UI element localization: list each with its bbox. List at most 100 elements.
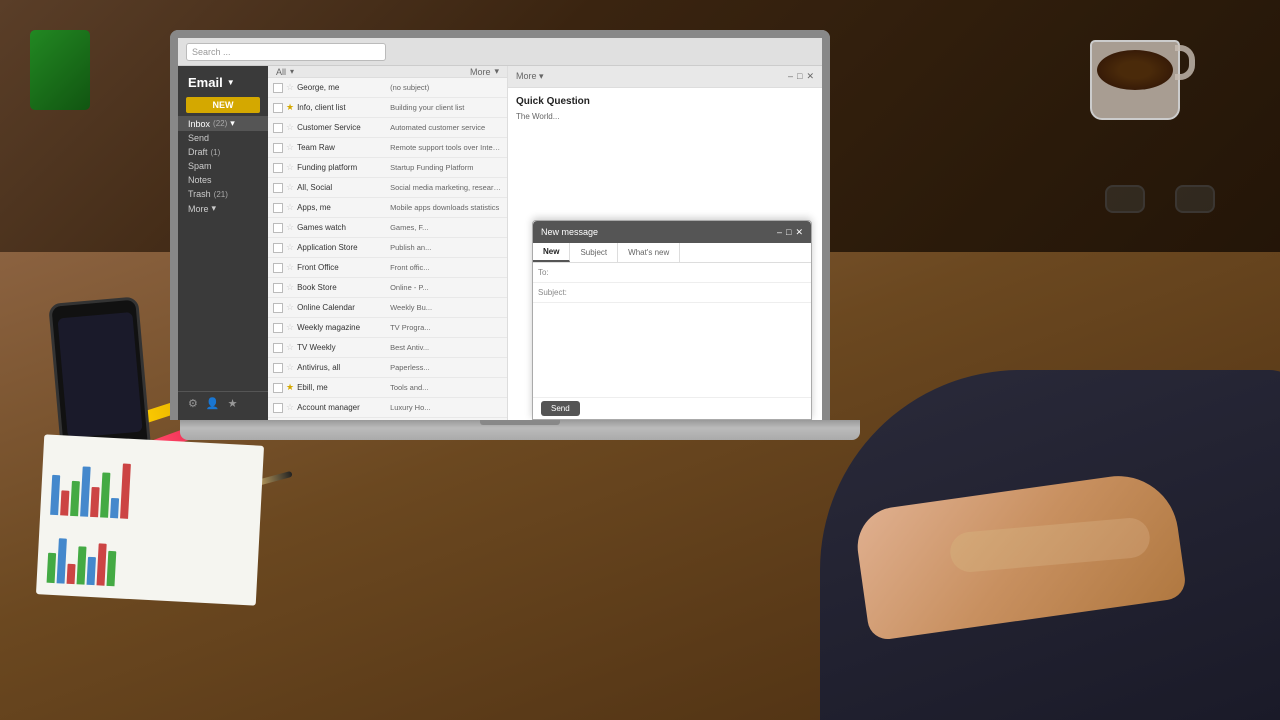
bar bbox=[47, 553, 57, 583]
email-checkbox[interactable] bbox=[273, 123, 283, 133]
filter-dropdown-arrow[interactable]: ▾ bbox=[290, 67, 294, 76]
email-row[interactable]: ☆ Customer Service Automated customer se… bbox=[268, 118, 507, 138]
more-dropdown-arrow[interactable]: ▾ bbox=[494, 66, 499, 77]
email-checkbox[interactable] bbox=[273, 383, 283, 393]
email-checkbox[interactable] bbox=[273, 363, 283, 373]
star-icon[interactable]: ☆ bbox=[286, 142, 294, 153]
compose-maximize-icon[interactable]: □ bbox=[786, 227, 791, 238]
email-row[interactable]: ☆ Application Store Publish an... bbox=[268, 238, 507, 258]
compose-body[interactable] bbox=[533, 303, 811, 363]
sidebar-item-inbox[interactable]: Inbox (22) ▾ bbox=[178, 116, 268, 131]
bar bbox=[70, 481, 80, 516]
more-label[interactable]: More bbox=[470, 67, 491, 77]
star-icon[interactable]: ☆ bbox=[286, 122, 294, 133]
pen-holder bbox=[30, 30, 90, 110]
email-row[interactable]: ☆ Book Store Online - P... bbox=[268, 278, 507, 298]
star-icon[interactable]: ☆ bbox=[286, 242, 294, 253]
star-icon[interactable]: ☆ bbox=[286, 362, 294, 373]
sidebar-more-label: More bbox=[188, 204, 209, 214]
star-icon[interactable]: ☆ bbox=[286, 302, 294, 313]
email-row[interactable]: ☆ Funding platform Startup Funding Platf… bbox=[268, 158, 507, 178]
star-icon[interactable]: ☆ bbox=[286, 162, 294, 173]
email-sender: Funding platform bbox=[297, 163, 387, 172]
email-row[interactable]: ☆ Apps, me Mobile apps downloads statist… bbox=[268, 198, 507, 218]
sidebar-item-draft[interactable]: Draft (1) bbox=[178, 145, 268, 159]
email-sender: Games watch bbox=[297, 223, 387, 232]
eyeglasses bbox=[1100, 180, 1220, 220]
email-row[interactable]: ★ Info, client list Building your client… bbox=[268, 98, 507, 118]
compose-title: New message bbox=[541, 227, 598, 237]
sidebar-item-spam[interactable]: Spam bbox=[178, 159, 268, 173]
star-icon[interactable]: ☆ bbox=[286, 262, 294, 273]
compose-close-icon[interactable]: ✕ bbox=[795, 227, 803, 238]
star-icon[interactable]: ☆ bbox=[286, 402, 294, 413]
preview-minimize-icon[interactable]: – bbox=[788, 71, 793, 82]
send-button[interactable]: Send bbox=[541, 401, 580, 416]
sidebar-item-send[interactable]: Send bbox=[178, 131, 268, 145]
email-checkbox[interactable] bbox=[273, 323, 283, 333]
email-sender: Info, client list bbox=[297, 103, 387, 112]
email-checkbox[interactable] bbox=[273, 263, 283, 273]
star-icon[interactable]: ☆ bbox=[286, 202, 294, 213]
email-row[interactable]: ☆ All, Social Social media marketing, re… bbox=[268, 178, 507, 198]
email-subject: Mobile apps downloads statistics bbox=[390, 203, 502, 212]
email-row[interactable]: ☆ Games watch Games, F... bbox=[268, 218, 507, 238]
star-icon[interactable]: ★ bbox=[228, 397, 238, 410]
email-row[interactable]: ☆ Weekly magazine TV Progra... bbox=[268, 318, 507, 338]
star-icon[interactable]: ☆ bbox=[286, 182, 294, 193]
charts-paper bbox=[36, 434, 264, 605]
email-subject: Weekly Bu... bbox=[390, 303, 502, 312]
email-checkbox[interactable] bbox=[273, 223, 283, 233]
preview-maximize-icon[interactable]: □ bbox=[797, 71, 802, 82]
email-checkbox[interactable] bbox=[273, 303, 283, 313]
star-icon[interactable]: ☆ bbox=[286, 222, 294, 233]
star-icon[interactable]: ★ bbox=[286, 382, 294, 393]
laptop-screen: Search ... Email ▼ NEW Inbox (22) ▾ bbox=[170, 30, 830, 420]
email-row[interactable]: ☆ George, me (no subject) bbox=[268, 78, 507, 98]
email-subject: Luxury Ho... bbox=[390, 403, 502, 412]
email-row[interactable]: ☆ Team Raw Remote support tools over Int… bbox=[268, 138, 507, 158]
compose-minimize-icon[interactable]: – bbox=[777, 227, 782, 238]
filter-all-label[interactable]: All bbox=[276, 67, 286, 77]
sidebar-notes-label: Notes bbox=[188, 175, 212, 185]
email-checkbox[interactable] bbox=[273, 243, 283, 253]
sidebar-item-trash[interactable]: Trash (21) bbox=[178, 187, 268, 201]
email-checkbox[interactable] bbox=[273, 143, 283, 153]
preview-more-btn[interactable]: More ▾ bbox=[516, 71, 544, 82]
star-icon[interactable]: ☆ bbox=[286, 82, 294, 93]
email-row[interactable]: ☆ Online Calendar Weekly Bu... bbox=[268, 298, 507, 318]
email-checkbox[interactable] bbox=[273, 83, 283, 93]
sidebar-item-more[interactable]: More ▾ bbox=[178, 201, 268, 216]
email-checkbox[interactable] bbox=[273, 343, 283, 353]
email-checkbox[interactable] bbox=[273, 183, 283, 193]
compose-tab-new[interactable]: New bbox=[533, 243, 570, 262]
star-icon[interactable]: ☆ bbox=[286, 282, 294, 293]
email-subject: Social media marketing, research... bbox=[390, 183, 502, 192]
email-checkbox[interactable] bbox=[273, 103, 283, 113]
email-row[interactable]: ☆ Antivirus, all Paperless... bbox=[268, 358, 507, 378]
email-row[interactable]: ☆ TV Weekly Best Antiv... bbox=[268, 338, 507, 358]
email-checkbox[interactable] bbox=[273, 283, 283, 293]
star-icon[interactable]: ☆ bbox=[286, 322, 294, 333]
email-sender: TV Weekly bbox=[297, 343, 387, 352]
sidebar-item-notes[interactable]: Notes bbox=[178, 173, 268, 187]
new-email-button[interactable]: NEW bbox=[186, 97, 260, 113]
email-subject: Remote support tools over Internet bbox=[390, 143, 502, 152]
email-row[interactable]: ☆ Front Office Front offic... bbox=[268, 258, 507, 278]
email-row[interactable]: ★ Ebill, me Tools and... bbox=[268, 378, 507, 398]
coffee-area bbox=[1070, 20, 1200, 150]
email-checkbox[interactable] bbox=[273, 163, 283, 173]
email-list-header: All ▾ More ▾ bbox=[268, 66, 507, 78]
compose-tab-whatsnew[interactable]: What's new bbox=[618, 243, 680, 262]
compose-tab-subject[interactable]: Subject bbox=[570, 243, 618, 262]
search-box[interactable]: Search ... bbox=[186, 43, 386, 61]
contacts-icon[interactable]: 👤 bbox=[206, 397, 220, 410]
star-icon[interactable]: ☆ bbox=[286, 342, 294, 353]
email-row[interactable]: ☆ Account manager Luxury Ho... bbox=[268, 398, 507, 418]
email-checkbox[interactable] bbox=[273, 403, 283, 413]
preview-close-icon[interactable]: ✕ bbox=[806, 71, 814, 82]
settings-icon[interactable]: ⚙ bbox=[188, 397, 198, 410]
email-checkbox[interactable] bbox=[273, 203, 283, 213]
star-icon[interactable]: ★ bbox=[286, 102, 294, 113]
coffee-liquid bbox=[1097, 50, 1173, 90]
